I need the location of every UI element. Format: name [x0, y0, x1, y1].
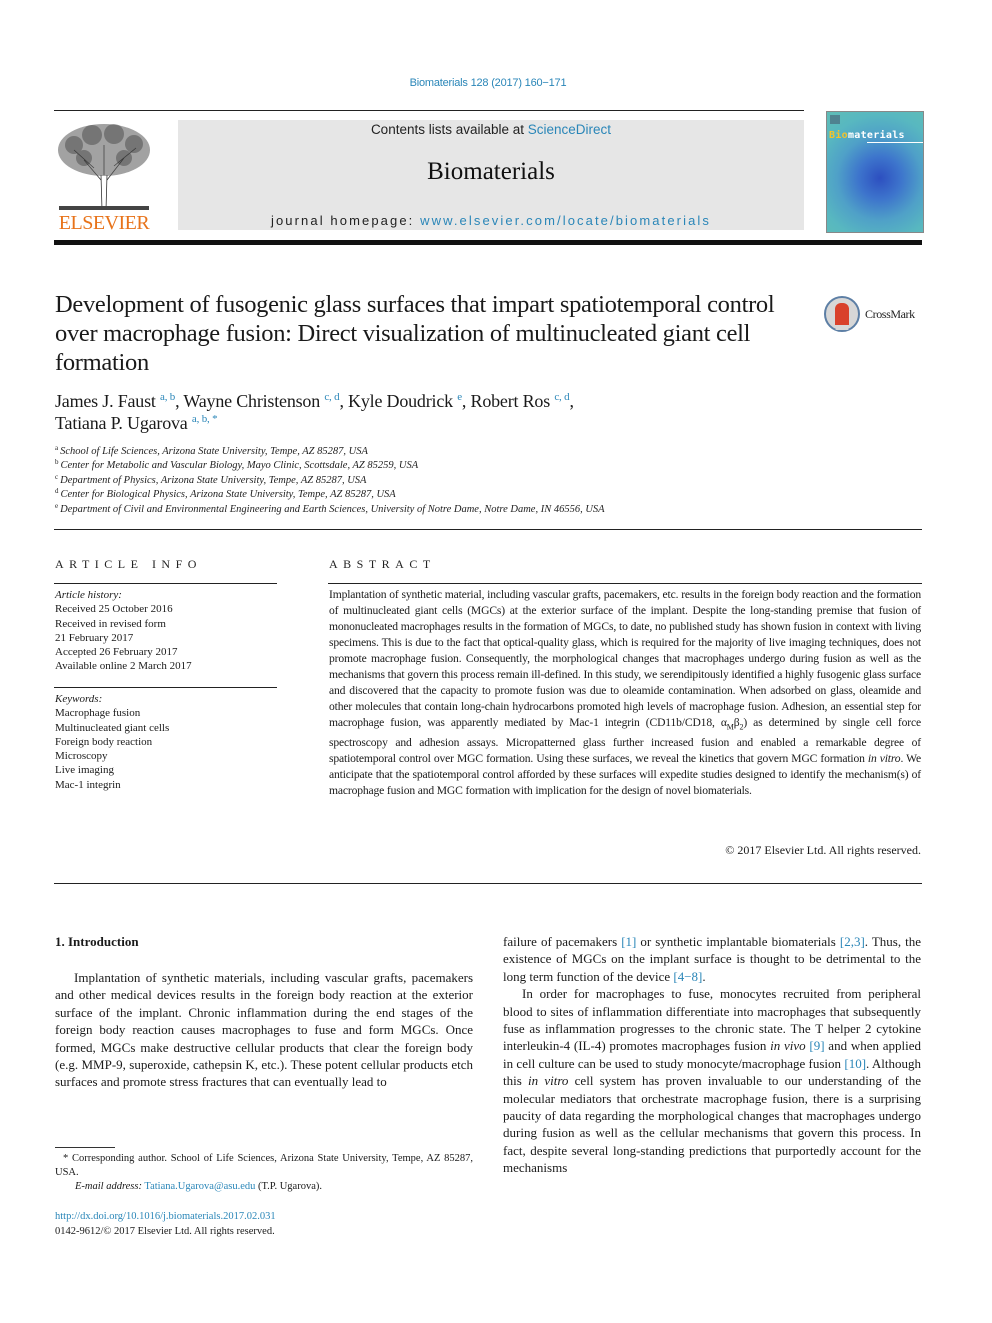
- cover-rule: [867, 142, 923, 143]
- author-affiliation-marker[interactable]: a, b: [160, 391, 175, 403]
- affiliation-text: School of Life Sciences, Arizona State U…: [60, 446, 368, 457]
- keyword: Microscopy: [55, 750, 108, 763]
- homepage-prefix: journal homepage:: [270, 213, 421, 228]
- history-entry: Available online 2 March 2017: [55, 660, 192, 673]
- author-separator: ,: [339, 391, 349, 411]
- homepage-line: journal homepage: www.elsevier.com/locat…: [178, 213, 804, 228]
- elsevier-wordmark: ELSEVIER: [58, 212, 150, 234]
- affiliation: a School of Life Sciences, Arizona State …: [55, 445, 855, 459]
- sciencedirect-link[interactable]: ScienceDirect: [528, 122, 611, 137]
- keywords-rule: [54, 687, 277, 688]
- author-list: James J. Faust a, b, Wayne Christenson c…: [55, 390, 855, 434]
- affiliation-text: Center for Metabolic and Vascular Biolog…: [60, 460, 419, 472]
- body-paragraph: In order for macrophages to fuse, monocy…: [503, 986, 921, 1176]
- author[interactable]: Wayne Christenson: [183, 391, 320, 411]
- contents-prefix: Contents lists available at: [370, 122, 528, 137]
- affiliation-key: b: [55, 458, 59, 467]
- history-entry: Accepted 26 February 2017: [55, 646, 178, 659]
- keyword: Macrophage fusion: [55, 707, 141, 720]
- section-rule: [54, 529, 922, 530]
- keyword: Foreign body reaction: [55, 735, 153, 748]
- keyword: Live imaging: [55, 764, 114, 777]
- author-affiliation-marker[interactable]: a, b, *: [192, 413, 218, 425]
- crossmark-button[interactable]: CrossMark: [824, 296, 924, 336]
- history-entry: Received 25 October 2016: [55, 603, 173, 616]
- author[interactable]: James J. Faust: [55, 391, 156, 411]
- cover-title-rest: materials: [847, 130, 905, 141]
- author[interactable]: Kyle Doudrick: [348, 391, 453, 411]
- affiliation-text: Department of Civil and Environmental En…: [60, 503, 605, 515]
- abstract-bottom-rule: [54, 883, 922, 884]
- affiliation-text: Department of Physics, Arizona State Uni…: [60, 474, 367, 486]
- keyword: Multinucleated giant cells: [55, 721, 170, 734]
- abstract-heading: ABSTRACT: [329, 557, 436, 571]
- affiliation-key: e: [55, 501, 59, 510]
- section-heading-introduction: 1. Introduction: [55, 934, 139, 949]
- body-column-right: failure of pacemakers [1] or synthetic i…: [503, 933, 921, 1177]
- body-paragraph: failure of pacemakers [1] or synthetic i…: [503, 934, 921, 984]
- cover-title-accent: Bio: [829, 130, 848, 141]
- footnote-rule: [55, 1147, 115, 1148]
- header-rule: [54, 110, 804, 111]
- citation-link[interactable]: [2,3]: [840, 934, 865, 949]
- author-separator: ,: [461, 391, 471, 411]
- history-entry: Received in revised form: [55, 617, 166, 630]
- crossmark-label: CrossMark: [865, 307, 915, 321]
- affiliation-text: Center for Biological Physics, Arizona S…: [60, 489, 396, 501]
- citation-link[interactable]: [10]: [844, 1056, 866, 1071]
- affiliation: c Department of Physics, Arizona State Un…: [55, 472, 855, 488]
- corresponding-author-note: * Corresponding author. School of Life S…: [55, 1153, 473, 1178]
- article-title: Development of fusogenic glass surfaces …: [55, 291, 775, 376]
- article-info-heading: ARTICLE INFO: [55, 557, 202, 571]
- abstract-text: Implantation of synthetic material, incl…: [329, 588, 921, 798]
- author-affiliation-marker[interactable]: c, d: [324, 391, 339, 403]
- email-label: E-mail address:: [75, 1181, 142, 1192]
- history-entry: 21 February 2017: [55, 631, 134, 644]
- journal-masthead: Contents lists available at ScienceDirec…: [178, 120, 804, 230]
- citation-link[interactable]: [1]: [621, 934, 636, 949]
- doi-link[interactable]: http://dx.doi.org/10.1016/j.biomaterials…: [55, 1211, 276, 1222]
- author[interactable]: Robert Ros: [471, 391, 551, 411]
- body-paragraph: Implantation of synthetic materials, inc…: [55, 970, 473, 1090]
- abstract-copyright: © 2017 Elsevier Ltd. All rights reserved…: [725, 843, 921, 857]
- cover-elsevier-emblem-icon: [830, 115, 840, 124]
- affiliation-list: a School of Life Sciences, Arizona State …: [55, 445, 855, 517]
- author[interactable]: Tatiana P. Ugarova: [55, 413, 188, 433]
- crossmark-icon: [824, 296, 860, 332]
- author-affiliation-marker[interactable]: c, d: [554, 391, 569, 403]
- journal-reference-link[interactable]: Biomaterials 128 (2017) 160−171: [0, 77, 976, 89]
- contents-line: Contents lists available at ScienceDirec…: [178, 122, 804, 137]
- email-suffix: (T.P. Ugarova).: [255, 1181, 322, 1192]
- citation-link[interactable]: [4−8]: [673, 969, 702, 984]
- email-link[interactable]: Tatiana.Ugarova@asu.edu: [144, 1181, 255, 1192]
- author-separator: ,: [569, 391, 574, 411]
- affiliation-key: d: [55, 487, 59, 496]
- journal-title: Biomaterials: [427, 158, 555, 185]
- citation-link[interactable]: [9]: [809, 1038, 824, 1053]
- keywords: Keywords: Macrophage fusion Multinucleate…: [55, 692, 285, 792]
- body-column-left: Implantation of synthetic materials, inc…: [55, 969, 473, 1091]
- affiliation: e Department of Civil and Environmental E…: [55, 501, 855, 517]
- article-info-rule: [54, 583, 277, 584]
- cover-title: Biomaterials: [829, 130, 905, 141]
- affiliation-key: a: [55, 444, 59, 452]
- history-label: Article history:: [55, 589, 122, 601]
- issn-copyright: 0142-9612/© 2017 Elsevier Ltd. All right…: [55, 1226, 275, 1237]
- email-line: E-mail address: Tatiana.Ugarova@asu.edu …: [75, 1181, 322, 1192]
- journal-homepage-link[interactable]: www.elsevier.com/locate/biomaterials: [420, 213, 711, 228]
- article-history: Article history: Received 25 October 201…: [55, 588, 285, 674]
- header-thick-rule: [54, 240, 922, 245]
- affiliation-key: c: [55, 472, 59, 481]
- abstract-rule: [328, 583, 922, 584]
- affiliation: d Center for Biological Physics, Arizona …: [55, 488, 855, 502]
- journal-cover-thumbnail[interactable]: Biomaterials: [826, 111, 924, 233]
- affiliation: b Center for Metabolic and Vascular Biolo…: [55, 459, 855, 473]
- keyword: Mac-1 integrin: [55, 778, 121, 791]
- keywords-label: Keywords:: [55, 693, 103, 705]
- tree-icon: [58, 124, 150, 211]
